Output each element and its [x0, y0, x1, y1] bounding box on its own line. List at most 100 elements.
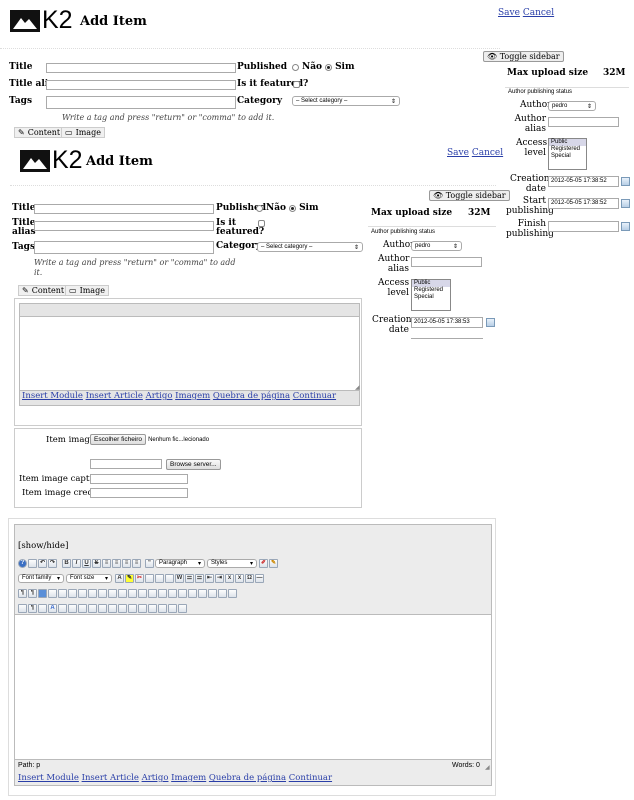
title-input[interactable]: [34, 204, 214, 214]
imagem-link[interactable]: Imagem: [171, 773, 206, 783]
toggle-sidebar-button[interactable]: 👁 Toggle sidebar: [429, 190, 510, 201]
save-link[interactable]: Save: [447, 148, 469, 158]
creation-date-input[interactable]: 2012-05-05 17:38:53: [411, 317, 483, 328]
choose-file-button[interactable]: Escolher ficheiro: [90, 434, 147, 445]
horizontal-rule-icon[interactable]: —: [255, 573, 264, 583]
tab-content[interactable]: ✎ Content: [14, 127, 65, 138]
access-option[interactable]: Special: [549, 153, 586, 160]
media-icon[interactable]: [48, 588, 57, 598]
access-option[interactable]: Public: [412, 280, 450, 287]
tags-input[interactable]: [34, 241, 214, 254]
attribs-icon[interactable]: [108, 603, 117, 613]
blockquote-icon[interactable]: “: [145, 558, 154, 568]
special-char-icon[interactable]: Ω: [245, 573, 254, 583]
calendar-icon[interactable]: [621, 222, 630, 231]
font-size-select[interactable]: Font size ▾: [66, 573, 112, 583]
creation-date-input[interactable]: 2012-05-05 17:38:52: [548, 176, 619, 187]
italic-icon[interactable]: I: [72, 558, 81, 568]
tags-input[interactable]: [46, 96, 236, 109]
featured-checkbox[interactable]: [258, 220, 265, 227]
published-yes-radio[interactable]: [289, 204, 297, 212]
acronym-icon[interactable]: [78, 603, 87, 613]
tab-image[interactable]: ▭ Image: [61, 127, 105, 138]
fullscreen-icon[interactable]: [158, 603, 167, 613]
cell-props-icon[interactable]: [148, 588, 157, 598]
print-icon[interactable]: [98, 588, 107, 598]
access-option[interactable]: Registered: [549, 146, 586, 153]
access-level-listbox[interactable]: Public Registered Special: [548, 138, 587, 170]
imagem-link[interactable]: Imagem: [175, 391, 210, 401]
show-blocks-icon[interactable]: ¶: [28, 603, 37, 613]
title-alias-input[interactable]: [46, 80, 236, 90]
template-icon[interactable]: [58, 588, 67, 598]
access-option[interactable]: Registered: [412, 287, 450, 294]
artigo-link[interactable]: Artigo: [146, 391, 173, 401]
align-justify-icon[interactable]: ≡: [132, 558, 141, 568]
published-no-radio[interactable]: [292, 63, 299, 71]
date-icon[interactable]: [128, 603, 137, 613]
show-hide-toggle[interactable]: [show/hide]: [18, 541, 68, 551]
insert-article-link[interactable]: Insert Article: [82, 773, 139, 783]
align-right-icon[interactable]: ≡: [122, 558, 131, 568]
subscript-icon[interactable]: x: [225, 573, 234, 583]
font-family-select[interactable]: Font family ▾: [18, 573, 64, 583]
align-left-icon[interactable]: ≡: [102, 558, 111, 568]
insert-row-before-icon[interactable]: [158, 588, 167, 598]
image-path-input[interactable]: [90, 459, 162, 469]
title-input[interactable]: [46, 63, 236, 73]
text-color-icon[interactable]: A: [115, 573, 124, 583]
row-props-icon[interactable]: [138, 588, 147, 598]
numbered-list-icon[interactable]: ☰: [195, 573, 204, 583]
calendar-icon[interactable]: [621, 199, 630, 208]
insert-col-after-icon[interactable]: [198, 588, 207, 598]
indent-icon[interactable]: ⇥: [215, 573, 224, 583]
merge-cells-icon[interactable]: [228, 588, 237, 598]
ltr-icon[interactable]: ¶: [18, 588, 27, 598]
access-option[interactable]: Public: [549, 139, 586, 146]
insert-module-link[interactable]: Insert Module: [18, 773, 79, 783]
tab-image[interactable]: ▭ Image: [65, 285, 109, 296]
paste-text-icon[interactable]: [165, 573, 174, 583]
image-insert-icon[interactable]: [38, 588, 47, 598]
visual-aid-icon[interactable]: [18, 603, 27, 613]
featured-checkbox[interactable]: [293, 81, 300, 88]
paste-icon[interactable]: [155, 573, 164, 583]
bold-icon[interactable]: B: [62, 558, 71, 568]
finish-publishing-input[interactable]: [548, 221, 619, 232]
author-select[interactable]: pedro ⇕: [411, 241, 462, 251]
replace-icon[interactable]: [118, 588, 127, 598]
author-select[interactable]: pedro ⇕: [548, 101, 596, 111]
cut-icon[interactable]: ✂: [135, 573, 144, 583]
credits-input[interactable]: [90, 488, 188, 498]
editor-body[interactable]: [15, 614, 491, 760]
time-icon[interactable]: [138, 603, 147, 613]
author-alias-input[interactable]: [548, 117, 619, 127]
highlight-icon[interactable]: ✎: [125, 573, 134, 583]
continuar-link[interactable]: Continuar: [293, 391, 336, 401]
styles-select[interactable]: Styles ▾: [207, 558, 257, 568]
abbr-icon[interactable]: [68, 603, 77, 613]
save-link[interactable]: Save: [498, 8, 520, 18]
bullet-list-icon[interactable]: ☰: [185, 573, 194, 583]
link-icon[interactable]: [78, 588, 87, 598]
redo-icon[interactable]: ↷: [48, 558, 57, 568]
new-document-icon[interactable]: [28, 558, 37, 568]
insert-module-link[interactable]: Insert Module: [22, 391, 83, 401]
resize-handle-icon[interactable]: ◢: [485, 764, 490, 771]
published-yes-radio[interactable]: [325, 63, 333, 71]
format-select[interactable]: Paragraph ▾: [155, 558, 205, 568]
anchor-icon[interactable]: [68, 588, 77, 598]
split-cells-icon[interactable]: [218, 588, 227, 598]
preview-icon[interactable]: [168, 603, 177, 613]
delete-row-icon[interactable]: [178, 588, 187, 598]
toggle-sidebar-button[interactable]: 👁 Toggle sidebar: [483, 51, 564, 62]
cleanup-icon[interactable]: ✎: [269, 558, 278, 568]
non-breaking-icon[interactable]: [38, 603, 47, 613]
resize-handle-icon[interactable]: ◢: [355, 384, 360, 391]
published-no-radio[interactable]: [256, 204, 263, 212]
calendar-icon[interactable]: [621, 177, 630, 186]
undo-icon[interactable]: ↶: [38, 558, 47, 568]
delete-col-icon[interactable]: [208, 588, 217, 598]
cancel-link[interactable]: Cancel: [472, 148, 503, 158]
emotions-icon[interactable]: [148, 603, 157, 613]
